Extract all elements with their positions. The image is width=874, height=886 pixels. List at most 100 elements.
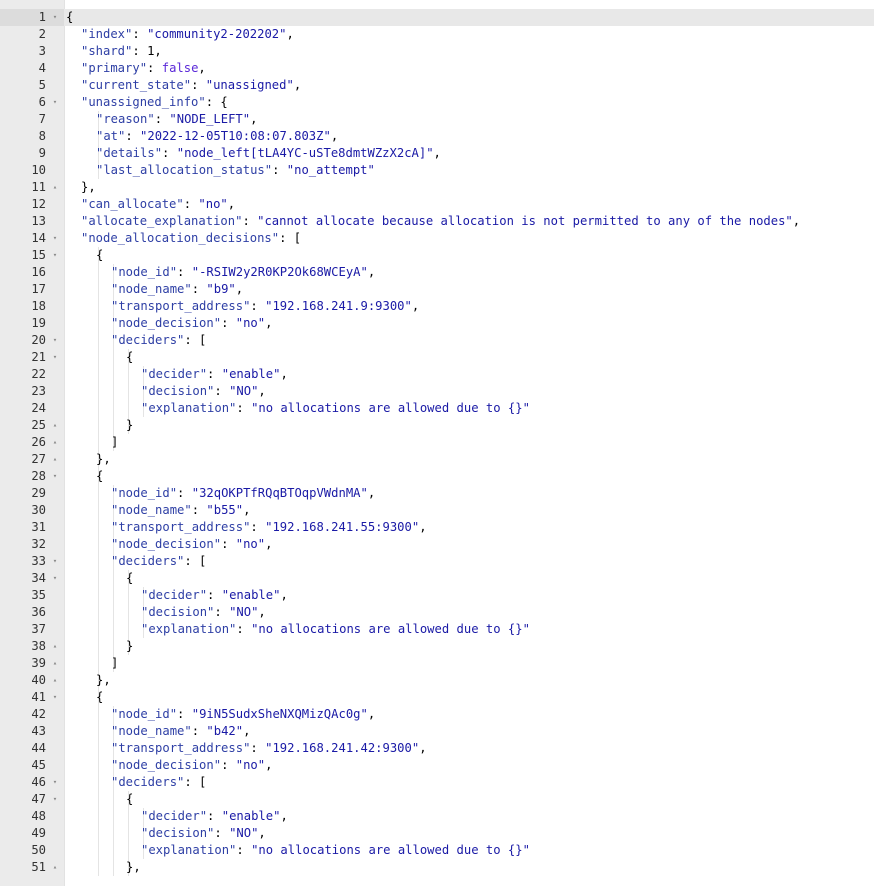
json-key: "explanation" bbox=[141, 401, 237, 415]
fold-expand-icon[interactable]: ▴ bbox=[51, 417, 59, 434]
code-line[interactable]: 50 "explanation": "no allocations are all… bbox=[0, 842, 874, 859]
gutter-cell: 2 bbox=[0, 26, 64, 43]
json-key: "transport_address" bbox=[111, 520, 251, 534]
code-text: "primary": false, bbox=[81, 60, 206, 77]
indent-guide bbox=[98, 774, 99, 791]
code-text: "decider": "enable", bbox=[141, 587, 288, 604]
code-line[interactable]: 10 "last_allocation_status": "no_attempt" bbox=[0, 162, 874, 179]
code-text: ] bbox=[111, 655, 118, 672]
json-key: "node_decision" bbox=[111, 537, 222, 551]
code-line[interactable]: 17 "node_name": "b9", bbox=[0, 281, 874, 298]
code-lines[interactable]: 1 ▾{2 "index": "community2-202202", 3 "shard… bbox=[0, 9, 874, 876]
fold-collapse-icon[interactable]: ▾ bbox=[51, 774, 59, 791]
code-line[interactable]: 38 ▴} bbox=[0, 638, 874, 655]
code-line[interactable]: 21 ▾ { bbox=[0, 349, 874, 366]
code-line[interactable]: 9 "details": "node_left[tLA4YC-uSTe8dmtWZ… bbox=[0, 145, 874, 162]
code-line[interactable]: 16 "node_id": "-RSIW2y2R0KP2Ok68WCEyA", bbox=[0, 264, 874, 281]
code-line[interactable]: 48 "decider": "enable", bbox=[0, 808, 874, 825]
code-line[interactable]: 4 "primary": false, bbox=[0, 60, 874, 77]
fold-expand-icon[interactable]: ▴ bbox=[51, 672, 59, 689]
code-line[interactable]: 35 "decider": "enable", bbox=[0, 587, 874, 604]
code-line[interactable]: 27 ▴}, bbox=[0, 451, 874, 468]
code-line[interactable]: 11 ▴}, bbox=[0, 179, 874, 196]
code-line[interactable]: 5 "current_state": "unassigned", bbox=[0, 77, 874, 94]
code-line[interactable]: 12 "can_allocate": "no", bbox=[0, 196, 874, 213]
fold-collapse-icon[interactable]: ▾ bbox=[51, 247, 59, 264]
code-line[interactable]: 43 "node_name": "b42", bbox=[0, 723, 874, 740]
indent-guide bbox=[113, 383, 114, 400]
code-line[interactable]: 19 "node_decision": "no", bbox=[0, 315, 874, 332]
code-line[interactable]: 30 "node_name": "b55", bbox=[0, 502, 874, 519]
fold-collapse-icon[interactable]: ▾ bbox=[51, 332, 59, 349]
indent-guide bbox=[98, 859, 99, 876]
code-line[interactable]: 6 ▾ "unassigned_info": { bbox=[0, 94, 874, 111]
code-line[interactable]: 42 "node_id": "9iN5SudxSheNXQMizQAc0g", bbox=[0, 706, 874, 723]
json-punctuation: { bbox=[126, 350, 134, 364]
code-text: "node_decision": "no", bbox=[111, 757, 272, 774]
code-line[interactable]: 46 ▾ "deciders": [ bbox=[0, 774, 874, 791]
code-line[interactable]: 28 ▾ { bbox=[0, 468, 874, 485]
code-text: "node_id": "32qOKPTfRQqBTOqpVWdnMA", bbox=[111, 485, 375, 502]
json-key: "deciders" bbox=[111, 554, 185, 568]
line-number: 47 bbox=[31, 792, 46, 806]
code-line[interactable]: 14 ▾ "node_allocation_decisions": [ bbox=[0, 230, 874, 247]
code-line[interactable]: 29 "node_id": "32qOKPTfRQqBTOqpVWdnMA", bbox=[0, 485, 874, 502]
code-line[interactable]: 24 "explanation": "no allocations are all… bbox=[0, 400, 874, 417]
fold-expand-icon[interactable]: ▴ bbox=[51, 179, 59, 196]
code-line[interactable]: 49 "decision": "NO", bbox=[0, 825, 874, 842]
code-line[interactable]: 8 "at": "2022-12-05T10:08:07.803Z", bbox=[0, 128, 874, 145]
code-text: "node_decision": "no", bbox=[111, 315, 272, 332]
code-line[interactable]: 22 "decider": "enable", bbox=[0, 366, 874, 383]
json-key: "allocate_explanation" bbox=[81, 214, 243, 228]
fold-collapse-icon[interactable]: ▾ bbox=[51, 553, 59, 570]
fold-collapse-icon[interactable]: ▾ bbox=[51, 230, 59, 247]
json-string-value: "2022-12-05T10:08:07.803Z" bbox=[140, 129, 331, 143]
fold-collapse-icon[interactable]: ▾ bbox=[51, 791, 59, 808]
fold-collapse-icon[interactable]: ▾ bbox=[51, 94, 59, 111]
code-line[interactable]: 13 "allocate_explanation": "cannot alloca… bbox=[0, 213, 874, 230]
code-line[interactable]: 15 ▾ { bbox=[0, 247, 874, 264]
code-line[interactable]: 44 "transport_address": "192.168.241.42:9… bbox=[0, 740, 874, 757]
json-punctuation: , bbox=[258, 605, 266, 619]
code-text: "allocate_explanation": "cannot allocate… bbox=[81, 213, 800, 230]
code-line[interactable]: 31 "transport_address": "192.168.241.55:9… bbox=[0, 519, 874, 536]
json-punctuation: : bbox=[162, 146, 177, 160]
fold-collapse-icon[interactable]: ▾ bbox=[51, 689, 59, 706]
code-line[interactable]: 20 ▾ "deciders": [ bbox=[0, 332, 874, 349]
code-line[interactable]: 51 ▴}, bbox=[0, 859, 874, 876]
code-line[interactable]: 1 ▾{ bbox=[0, 9, 874, 26]
fold-expand-icon[interactable]: ▴ bbox=[51, 434, 59, 451]
code-line[interactable]: 26 ▴] bbox=[0, 434, 874, 451]
fold-collapse-icon[interactable]: ▾ bbox=[51, 9, 59, 26]
fold-expand-icon[interactable]: ▴ bbox=[51, 451, 59, 468]
code-line[interactable]: 40 ▴}, bbox=[0, 672, 874, 689]
code-line[interactable]: 41 ▾ { bbox=[0, 689, 874, 706]
indent-guide bbox=[98, 638, 99, 655]
code-line[interactable]: 39 ▴] bbox=[0, 655, 874, 672]
code-line[interactable]: 45 "node_decision": "no", bbox=[0, 757, 874, 774]
code-line[interactable]: 47 ▾ { bbox=[0, 791, 874, 808]
fold-expand-icon[interactable]: ▴ bbox=[51, 859, 59, 876]
fold-collapse-icon[interactable]: ▾ bbox=[51, 349, 59, 366]
indent-guide bbox=[128, 842, 129, 859]
code-line[interactable]: 7 "reason": "NODE_LEFT", bbox=[0, 111, 874, 128]
json-string-value: "no" bbox=[235, 758, 266, 772]
code-line[interactable]: 2 "index": "community2-202202", bbox=[0, 26, 874, 43]
json-code-editor[interactable]: 1 ▾{2 "index": "community2-202202", 3 "shard… bbox=[0, 0, 874, 886]
indent-guide bbox=[128, 383, 129, 400]
code-line[interactable]: 3 "shard": 1, bbox=[0, 43, 874, 60]
code-line[interactable]: 33 ▾ "deciders": [ bbox=[0, 553, 874, 570]
fold-collapse-icon[interactable]: ▾ bbox=[51, 468, 59, 485]
code-line[interactable]: 36 "decision": "NO", bbox=[0, 604, 874, 621]
code-line[interactable]: 23 "decision": "NO", bbox=[0, 383, 874, 400]
fold-collapse-icon[interactable]: ▾ bbox=[51, 570, 59, 587]
fold-expand-icon[interactable]: ▴ bbox=[51, 638, 59, 655]
fold-expand-icon[interactable]: ▴ bbox=[51, 655, 59, 672]
code-line[interactable]: 34 ▾ { bbox=[0, 570, 874, 587]
code-line[interactable]: 18 "transport_address": "192.168.241.9:93… bbox=[0, 298, 874, 315]
json-key: "current_state" bbox=[81, 78, 192, 92]
code-line[interactable]: 32 "node_decision": "no", bbox=[0, 536, 874, 553]
json-punctuation: }, bbox=[81, 180, 96, 194]
code-line[interactable]: 25 ▴} bbox=[0, 417, 874, 434]
code-line[interactable]: 37 "explanation": "no allocations are all… bbox=[0, 621, 874, 638]
